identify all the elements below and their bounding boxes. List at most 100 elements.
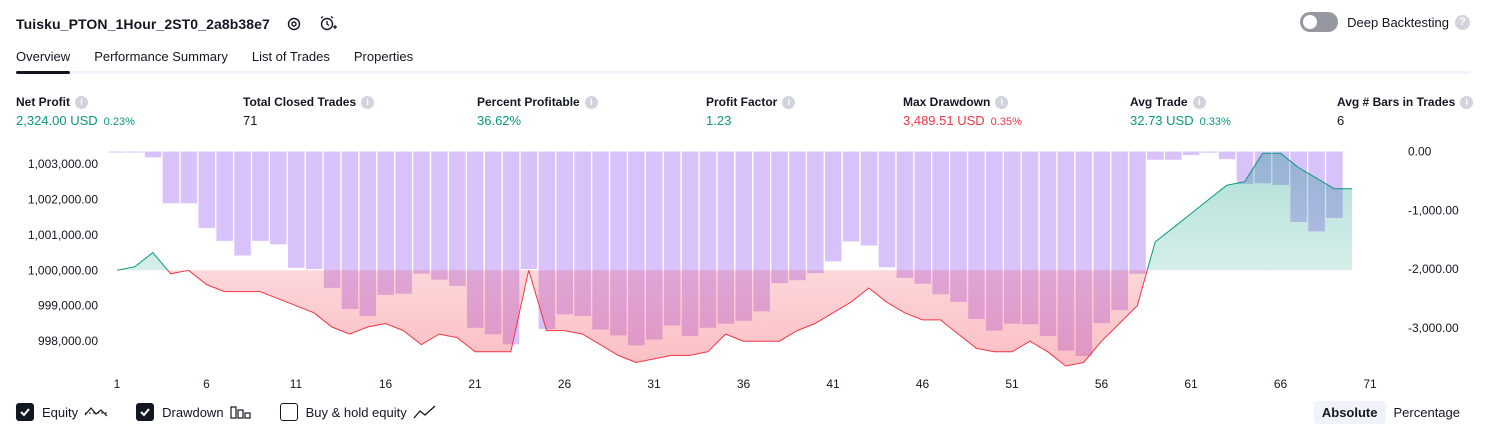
metric-value: 2,324.00 USD — [16, 113, 98, 128]
metric-avg-trade: Avg Trade i 32.73 USD 0.33% — [1130, 94, 1231, 129]
drawdown-bar — [1200, 151, 1218, 153]
deep-backtesting-label: Deep Backtesting — [1347, 14, 1449, 30]
info-icon[interactable]: i — [361, 95, 375, 109]
x-axis-tick: 56 — [1095, 377, 1109, 391]
x-axis-tick: 31 — [647, 377, 661, 391]
drawdown-bar — [878, 151, 896, 268]
drawdown-checkbox[interactable] — [136, 403, 155, 421]
metric-value: 32.73 USD — [1130, 113, 1194, 128]
absolute-button[interactable]: Absolute — [1313, 401, 1386, 424]
metric-value: 3,489.51 USD — [903, 113, 985, 128]
drawdown-bar — [520, 151, 538, 270]
add-alert-icon[interactable] — [318, 14, 338, 34]
legend-drawdown[interactable]: Drawdown — [136, 403, 251, 421]
scale-mode-switch: Absolute Percentage — [1313, 401, 1469, 424]
drawdown-bar — [431, 151, 448, 280]
info-icon[interactable]: i — [1192, 95, 1206, 109]
tab-properties[interactable]: Properties — [354, 46, 413, 71]
drawdown-bar — [789, 151, 806, 281]
tab-list-of-trades[interactable]: List of Trades — [252, 46, 330, 71]
drawdown-bar — [198, 151, 215, 228]
left-axis-tick: 999,000.00 — [38, 299, 98, 313]
drawdown-bar — [126, 151, 144, 153]
x-axis-tick: 41 — [826, 377, 840, 391]
drawdown-bar — [1183, 151, 1200, 156]
right-axis-tick: -1,000.00 — [1408, 203, 1459, 217]
drawdown-bar — [162, 151, 180, 204]
metric-label: Net Profit — [16, 95, 70, 109]
x-axis-tick: 61 — [1184, 377, 1198, 391]
legend-buy-hold[interactable]: Buy & hold equity — [279, 403, 437, 421]
info-icon[interactable]: i — [1460, 95, 1474, 109]
tab-performance-summary[interactable]: Performance Summary — [94, 46, 228, 71]
drawdown-bar — [180, 151, 198, 204]
metric-value: 6 — [1337, 113, 1345, 128]
drawdown-bar — [860, 151, 878, 246]
tab-overview[interactable]: Overview — [16, 46, 71, 74]
info-icon[interactable]: i — [75, 95, 88, 109]
help-icon[interactable]: ? — [1455, 14, 1470, 30]
left-axis-tick: 1,001,000.00 — [28, 228, 98, 242]
right-axis-tick: -3,000.00 — [1408, 321, 1459, 335]
equity-line-icon — [84, 404, 108, 420]
metric-percent: 0.33% — [1199, 116, 1231, 128]
buy-hold-checkbox[interactable] — [279, 403, 298, 421]
left-axis-tick: 998,000.00 — [38, 334, 98, 348]
x-axis-tick: 51 — [1005, 377, 1019, 391]
drawdown-bar — [252, 151, 269, 241]
strategy-header: Tuisku_PTON_1Hour_2ST0_2a8b38e7 — [16, 10, 338, 38]
drawdown-bar — [144, 151, 162, 158]
left-axis: 1,003,000.00 1,002,000.00 1,001,000.00 1,00… — [28, 157, 98, 348]
tab-bar: Overview Performance Summary List of Tra… — [16, 46, 1470, 74]
x-axis-tick: 66 — [1274, 377, 1288, 391]
info-icon[interactable]: i — [782, 95, 796, 109]
metric-label: Avg Trade — [1130, 95, 1188, 109]
percentage-button[interactable]: Percentage — [1386, 401, 1469, 424]
metric-value: 1.23 — [706, 113, 732, 128]
drawdown-bar — [1147, 151, 1164, 160]
metric-label: Profit Factor — [706, 95, 778, 109]
metric-percent: 0.35% — [990, 116, 1022, 128]
x-axis-tick: 21 — [468, 377, 482, 391]
drawdown-bar — [216, 151, 233, 241]
metric-label: Total Closed Trades — [243, 95, 357, 109]
x-axis-tick: 1 — [114, 377, 121, 391]
drawdown-bar — [109, 151, 126, 153]
legend-label: Equity — [42, 404, 79, 420]
x-axis-tick: 71 — [1363, 377, 1377, 391]
metric-label: Percent Profitable — [477, 95, 580, 109]
legend-equity[interactable]: Equity — [16, 403, 108, 421]
drawdown-bar — [323, 151, 341, 288]
drawdown-bar — [1165, 151, 1182, 160]
right-axis-tick: 0.00 — [1408, 145, 1432, 159]
drawdown-bar — [896, 151, 914, 278]
x-axis-tick: 16 — [379, 377, 393, 391]
info-icon[interactable]: i — [995, 95, 1009, 109]
metric-label: Avg # Bars in Trades — [1337, 95, 1456, 109]
drawdown-bar — [1218, 151, 1236, 160]
right-axis-tick: -2,000.00 — [1408, 262, 1459, 276]
drawdown-bar — [914, 151, 931, 284]
info-icon[interactable]: i — [584, 95, 598, 109]
gear-icon[interactable] — [284, 14, 304, 34]
metric-value: 36.62% — [477, 113, 522, 128]
drawdown-bar — [825, 151, 842, 262]
left-axis-tick: 1,002,000.00 — [28, 192, 98, 206]
metric-max-drawdown: Max Drawdown i 3,489.51 USD 0.35% — [903, 94, 1022, 129]
drawdown-bar — [413, 151, 430, 274]
metric-percent-profitable: Percent Profitable i 36.62% — [477, 94, 598, 129]
drawdown-bar — [305, 151, 323, 270]
metric-avg-bars-in-trades: Avg # Bars in Trades i 6 — [1337, 94, 1474, 129]
right-axis: 0.00 -1,000.00 -2,000.00 -3,000.00 — [1408, 145, 1459, 335]
x-axis-tick: 11 — [290, 377, 303, 391]
drawdown-bar — [771, 151, 788, 284]
equity-chart[interactable]: 1,003,000.00 1,002,000.00 1,001,000.00 1,00… — [0, 140, 1486, 398]
metric-profit-factor: Profit Factor i 1.23 — [706, 94, 796, 129]
deep-backtesting-toggle[interactable] — [1300, 12, 1339, 32]
drawdown-bar — [1129, 151, 1146, 274]
drawdown-bar — [807, 151, 824, 274]
x-axis-tick: 6 — [203, 377, 210, 391]
drawdown-bars-icon — [229, 404, 252, 420]
x-axis: 1 6 11 16 21 26 31 36 41 46 51 56 61 66 71 — [114, 377, 1377, 391]
equity-checkbox[interactable] — [16, 403, 34, 421]
